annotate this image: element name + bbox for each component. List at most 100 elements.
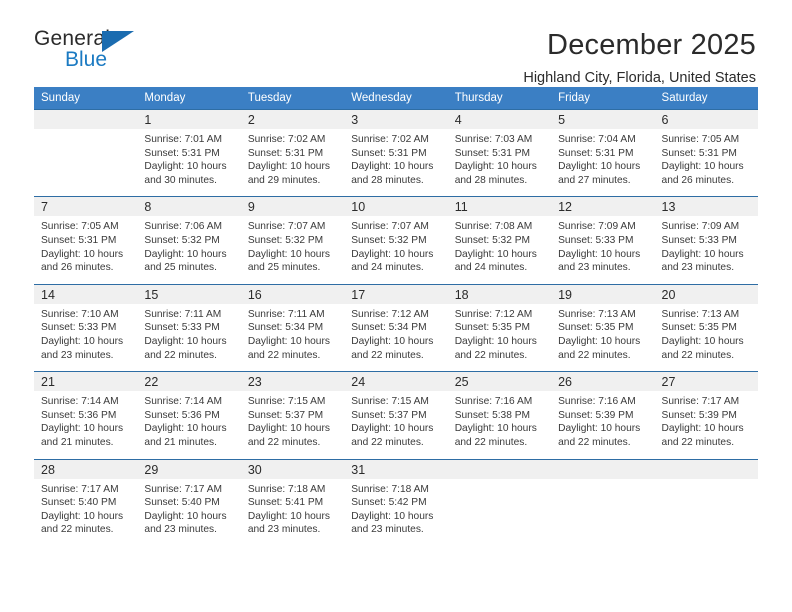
calendar-day-cell[interactable]: 23 Sunrise: 7:15 AM Sunset: 5:37 PM Dayligh… <box>240 371 345 459</box>
calendar-day-cell[interactable]: 1 Sunrise: 7:01 AM Sunset: 5:31 PM Daylight… <box>137 108 241 197</box>
sunset-text: Sunset: 5:41 PM <box>247 497 324 509</box>
calendar-day-cell[interactable]: 9 Sunrise: 7:07 AM Sunset: 5:32 PM Daylight… <box>240 196 345 285</box>
daylight-text: Daylight: 10 hours and 22 minutes. <box>41 510 124 536</box>
sunrise-text: Sunrise: 7:07 AM <box>247 221 326 233</box>
calendar-day-cell[interactable]: 11 Sunrise: 7:08 AM Sunset: 5:32 PM Dayligh… <box>447 196 552 285</box>
day-details: Sunrise: 7:13 AM Sunset: 5:35 PM Daylight:… <box>551 304 654 371</box>
calendar-day-cell[interactable]: 5 Sunrise: 7:04 AM Sunset: 5:31 PM Daylight… <box>551 108 655 197</box>
weekday-header-monday: Monday <box>137 87 241 110</box>
day-number: 25 <box>447 372 552 392</box>
general-blue-logo[interactable]: General Blue <box>34 28 164 76</box>
calendar-day-cell[interactable]: 13 Sunrise: 7:09 AM Sunset: 5:33 PM Dayligh… <box>654 196 758 285</box>
calendar-day-cell[interactable]: 17 Sunrise: 7:12 AM Sunset: 5:34 PM Dayligh… <box>344 283 448 372</box>
daylight-text: Daylight: 10 hours and 23 minutes. <box>351 510 434 536</box>
day-number: 30 <box>240 459 345 479</box>
sunrise-text: Sunrise: 7:18 AM <box>351 483 429 495</box>
calendar-cell-empty <box>654 458 758 546</box>
weekday-header-row: Sunday Monday Tuesday Wednesday Thursday… <box>34 87 758 110</box>
sunset-text: Sunset: 5:40 PM <box>41 497 117 509</box>
page-header: General Blue December 2025 Highland City… <box>0 0 792 87</box>
calendar-day-cell[interactable]: 3 Sunrise: 7:02 AM Sunset: 5:31 PM Daylight… <box>344 108 448 197</box>
calendar-day-cell[interactable]: 7 Sunrise: 7:05 AM Sunset: 5:31 PM Daylight… <box>34 196 138 285</box>
sunrise-text: Sunrise: 7:14 AM <box>144 396 223 408</box>
day-details: Sunrise: 7:08 AM Sunset: 5:32 PM Daylight:… <box>448 216 551 283</box>
sunset-text: Sunset: 5:33 PM <box>144 322 220 334</box>
calendar-day-cell[interactable]: 28 Sunrise: 7:17 AM Sunset: 5:40 PM Dayligh… <box>34 458 138 546</box>
calendar-day-cell[interactable]: 2 Sunrise: 7:02 AM Sunset: 5:31 PM Daylight… <box>240 108 345 197</box>
sunset-text: Sunset: 5:37 PM <box>247 409 324 421</box>
day-details: Sunrise: 7:17 AM Sunset: 5:40 PM Daylight:… <box>137 479 240 546</box>
day-number: 24 <box>344 372 448 392</box>
sunset-text: Sunset: 5:40 PM <box>144 497 220 509</box>
calendar-day-cell[interactable]: 20 Sunrise: 7:13 AM Sunset: 5:35 PM Dayligh… <box>654 283 758 372</box>
sunset-text: Sunset: 5:35 PM <box>558 322 634 334</box>
calendar-day-cell[interactable]: 29 Sunrise: 7:17 AM Sunset: 5:40 PM Dayligh… <box>137 458 241 546</box>
sunset-text: Sunset: 5:36 PM <box>41 409 117 421</box>
day-number: 3 <box>344 110 448 129</box>
day-number: 7 <box>34 197 138 217</box>
sunrise-text: Sunrise: 7:05 AM <box>661 134 740 145</box>
calendar-day-cell[interactable]: 22 Sunrise: 7:14 AM Sunset: 5:36 PM Dayligh… <box>137 371 241 459</box>
calendar-day-cell[interactable]: 26 Sunrise: 7:16 AM Sunset: 5:39 PM Dayligh… <box>551 371 655 459</box>
sunrise-text: Sunrise: 7:12 AM <box>351 308 429 320</box>
daylight-text: Daylight: 10 hours and 22 minutes. <box>454 335 537 361</box>
sunrise-text: Sunrise: 7:09 AM <box>558 221 636 233</box>
calendar-day-cell[interactable]: 15 Sunrise: 7:11 AM Sunset: 5:33 PM Dayligh… <box>137 283 241 372</box>
daylight-text: Daylight: 10 hours and 22 minutes. <box>454 423 537 448</box>
sunrise-text: Sunrise: 7:13 AM <box>661 308 740 320</box>
daylight-text: Daylight: 10 hours and 23 minutes. <box>661 248 744 274</box>
calendar-day-cell[interactable]: 12 Sunrise: 7:09 AM Sunset: 5:33 PM Dayligh… <box>551 196 655 285</box>
day-details: Sunrise: 7:18 AM Sunset: 5:41 PM Daylight:… <box>241 479 344 546</box>
day-number: 1 <box>137 110 241 129</box>
day-details: Sunrise: 7:16 AM Sunset: 5:38 PM Daylight:… <box>448 391 551 458</box>
day-details: Sunrise: 7:14 AM Sunset: 5:36 PM Daylight:… <box>34 391 137 458</box>
calendar-day-cell[interactable]: 31 Sunrise: 7:18 AM Sunset: 5:42 PM Dayligh… <box>344 458 448 546</box>
calendar-day-cell[interactable]: 18 Sunrise: 7:12 AM Sunset: 5:35 PM Dayligh… <box>447 283 552 372</box>
calendar-day-cell[interactable]: 30 Sunrise: 7:18 AM Sunset: 5:41 PM Dayligh… <box>240 458 345 546</box>
sunset-text: Sunset: 5:39 PM <box>661 409 737 421</box>
day-details <box>34 129 137 191</box>
calendar-day-cell[interactable]: 25 Sunrise: 7:16 AM Sunset: 5:38 PM Dayligh… <box>447 371 552 459</box>
day-number: 4 <box>447 110 552 129</box>
day-number: 11 <box>447 197 552 217</box>
page-subtitle: Highland City, Florida, United States <box>523 70 756 86</box>
daylight-text: Daylight: 10 hours and 26 minutes. <box>661 161 744 186</box>
day-number <box>654 459 758 479</box>
calendar-day-cell[interactable]: 8 Sunrise: 7:06 AM Sunset: 5:32 PM Daylight… <box>137 196 241 285</box>
sunset-text: Sunset: 5:42 PM <box>351 497 427 509</box>
sunset-text: Sunset: 5:31 PM <box>144 147 220 159</box>
calendar-day-cell[interactable]: 10 Sunrise: 7:07 AM Sunset: 5:32 PM Dayligh… <box>344 196 448 285</box>
daylight-text: Daylight: 10 hours and 22 minutes. <box>247 335 330 361</box>
calendar-day-cell[interactable]: 19 Sunrise: 7:13 AM Sunset: 5:35 PM Dayligh… <box>551 283 655 372</box>
day-number: 28 <box>34 459 138 479</box>
calendar-day-cell[interactable]: 6 Sunrise: 7:05 AM Sunset: 5:31 PM Daylight… <box>654 108 758 197</box>
sunrise-text: Sunrise: 7:16 AM <box>558 396 636 408</box>
sunset-text: Sunset: 5:32 PM <box>144 234 220 246</box>
day-number: 29 <box>137 459 241 479</box>
calendar-day-cell[interactable]: 4 Sunrise: 7:03 AM Sunset: 5:31 PM Daylight… <box>447 108 552 197</box>
daylight-text: Daylight: 10 hours and 22 minutes. <box>558 423 641 448</box>
sunrise-text: Sunrise: 7:14 AM <box>41 396 119 408</box>
calendar-day-cell[interactable]: 14 Sunrise: 7:10 AM Sunset: 5:33 PM Dayligh… <box>34 283 138 372</box>
calendar-day-cell[interactable]: 21 Sunrise: 7:14 AM Sunset: 5:36 PM Dayligh… <box>34 371 138 459</box>
day-number: 26 <box>551 372 655 392</box>
daylight-text: Daylight: 10 hours and 22 minutes. <box>351 335 434 361</box>
day-number <box>447 459 552 479</box>
day-number: 21 <box>34 372 138 392</box>
day-details: Sunrise: 7:04 AM Sunset: 5:31 PM Daylight:… <box>551 129 654 196</box>
sunrise-text: Sunrise: 7:09 AM <box>661 221 740 233</box>
day-details: Sunrise: 7:18 AM Sunset: 5:42 PM Daylight:… <box>344 479 447 546</box>
sunset-text: Sunset: 5:33 PM <box>41 322 117 334</box>
sunset-text: Sunset: 5:32 PM <box>247 234 324 246</box>
sunrise-text: Sunrise: 7:08 AM <box>454 221 533 233</box>
calendar-day-cell[interactable]: 16 Sunrise: 7:11 AM Sunset: 5:34 PM Dayligh… <box>240 283 345 372</box>
sunset-text: Sunset: 5:37 PM <box>351 409 427 421</box>
daylight-text: Daylight: 10 hours and 23 minutes. <box>247 510 330 536</box>
calendar-day-cell[interactable]: 27 Sunrise: 7:17 AM Sunset: 5:39 PM Dayligh… <box>654 371 758 459</box>
weekday-header-friday: Friday <box>551 87 655 110</box>
day-details: Sunrise: 7:15 AM Sunset: 5:37 PM Daylight:… <box>344 391 447 458</box>
daylight-text: Daylight: 10 hours and 28 minutes. <box>454 161 537 186</box>
sunset-text: Sunset: 5:31 PM <box>351 147 427 159</box>
daylight-text: Daylight: 10 hours and 30 minutes. <box>144 161 227 186</box>
calendar-day-cell[interactable]: 24 Sunrise: 7:15 AM Sunset: 5:37 PM Dayligh… <box>344 371 448 459</box>
